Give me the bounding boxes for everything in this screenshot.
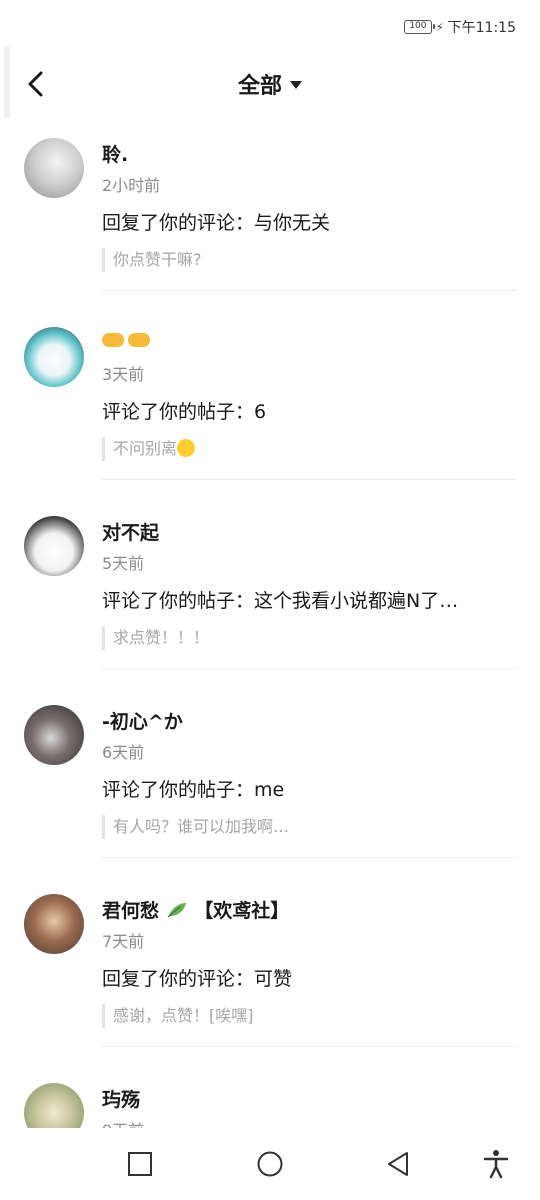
quoted-text: 求点赞！！！ [102,626,209,650]
user-name[interactable]: 君何愁 【欢鸢社】 [102,896,289,923]
system-nav-bar [0,1128,540,1200]
quoted-text: 你点赞干嘛? [102,248,202,272]
notification-item[interactable]: 3天前 评论了你的帖子：6 不问别离 [0,309,540,498]
recents-button[interactable] [122,1146,158,1182]
home-circle-icon [257,1151,283,1177]
page-title: 全部 [237,74,282,99]
system-back-button[interactable] [380,1146,416,1182]
avatar[interactable] [24,1083,84,1128]
user-name-text: 君何愁 [102,900,160,922]
home-button[interactable] [252,1146,288,1182]
accessibility-icon [483,1150,509,1179]
notification-text[interactable]: 评论了你的帖子：me [102,775,284,802]
timestamp: 2小时前 [102,176,161,195]
divider [102,857,516,858]
quoted-text-content: 不问别离 [113,439,178,458]
battery-icon: 100 [403,20,435,34]
avatar[interactable] [24,705,84,765]
notification-text[interactable]: 回复了你的评论：可赞 [102,964,292,991]
divider [102,1046,516,1047]
notification-text[interactable]: 评论了你的帖子：6 [102,397,266,424]
timestamp: 7天前 [102,932,145,951]
header: 全部 [0,50,540,120]
user-name[interactable] [102,329,154,356]
user-name[interactable]: 玙殇 [102,1085,140,1112]
divider [102,290,516,291]
pointing-hands-emoji-icon [102,329,154,351]
avatar[interactable] [24,894,84,954]
quoted-text-content: 你点赞干嘛? [113,250,202,269]
quoted-text-content: 有人吗？谁可以加我啊… [113,817,290,836]
back-triangle-icon [388,1152,408,1176]
user-name[interactable]: 对不起 [102,518,159,545]
recents-square-icon [128,1152,152,1176]
herb-leaf-emoji-icon [167,903,186,918]
quoted-text: 不问别离 [102,437,196,461]
user-group-tag: 【欢鸢社】 [194,900,290,922]
smile-emoji-icon [177,439,196,457]
timestamp: 3天前 [102,365,145,384]
avatar[interactable] [24,327,84,387]
notification-text[interactable]: 回复了你的评论：与你无关 [102,208,330,235]
quoted-text-content: 求点赞！！！ [113,628,210,647]
avatar[interactable] [24,516,84,576]
timestamp: 9天前 [102,1117,144,1128]
charging-icon: ⚡ [435,20,444,34]
caret-down-icon [290,81,302,89]
status-bar: 100 ⚡ 下午11:15 [0,0,540,50]
notification-item[interactable]: 君何愁 【欢鸢社】 7天前 回复了你的评论：可赞 感谢，点赞！[唉嘿] [0,876,540,1065]
filter-dropdown[interactable]: 全部 [0,68,540,100]
user-name[interactable]: 聆. [102,140,128,167]
quoted-text-content: 感谢，点赞！[唉嘿] [113,1006,254,1025]
avatar[interactable] [24,138,84,198]
divider [102,668,516,669]
user-name[interactable]: -初心^か [102,707,183,734]
notification-item[interactable]: 聆. 2小时前 回复了你的评论：与你无关 你点赞干嘛? [0,120,540,309]
quoted-text: 有人吗？谁可以加我啊… [102,815,289,839]
notification-item[interactable]: -初心^か 6天前 评论了你的帖子：me 有人吗？谁可以加我啊… [0,687,540,876]
notification-item[interactable]: 玙殇 9天前 [0,1065,540,1128]
notification-list[interactable]: 聆. 2小时前 回复了你的评论：与你无关 你点赞干嘛? 3天前 评论了你的帖子：… [0,120,540,1128]
status-indicators: 100 ⚡ 下午11:15 [403,17,516,37]
divider [102,479,516,480]
notification-text[interactable]: 评论了你的帖子：这个我看小说都遍N了… [102,586,458,613]
quoted-text: 感谢，点赞！[唉嘿] [102,1004,254,1028]
timestamp: 5天前 [102,554,145,573]
accessibility-button[interactable] [478,1146,514,1182]
notification-item[interactable]: 对不起 5天前 评论了你的帖子：这个我看小说都遍N了… 求点赞！！！ [0,498,540,687]
timestamp: 6天前 [102,743,145,762]
clock: 下午11:15 [447,20,516,36]
